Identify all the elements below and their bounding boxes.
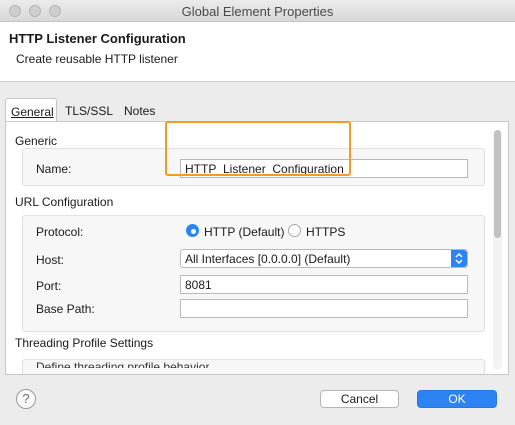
vertical-scrollbar[interactable] [493,130,502,370]
ok-button[interactable]: OK [417,390,497,408]
header-title: HTTP Listener Configuration [9,31,186,46]
tab-notes-label: Notes [124,104,156,118]
threading-section-title: Threading Profile Settings [15,336,154,350]
url-section-title: URL Configuration [15,195,114,209]
scrollbar-thumb[interactable] [494,130,501,238]
help-icon[interactable]: ? [16,389,36,409]
host-dropdown-button[interactable] [451,250,467,267]
tab-tls-ssl[interactable]: TLS/SSL [60,98,115,122]
base-path-input[interactable] [180,299,468,318]
chevron-up-down-icon [455,253,463,264]
name-label: Name: [36,162,72,176]
tab-tls-ssl-label: TLS/SSL [65,104,114,118]
host-label: Host: [36,253,65,267]
base-path-label: Base Path: [36,302,95,316]
header-subtitle: Create reusable HTTP listener [16,52,178,66]
host-select[interactable]: All Interfaces [0.0.0.0] (Default) [180,249,468,268]
protocol-http-label: HTTP (Default) [204,225,285,239]
tab-notes[interactable]: Notes [119,98,163,122]
protocol-https-label: HTTPS [306,225,346,239]
window-title: Global Element Properties [181,4,334,19]
tab-general-label: General [11,105,54,119]
highlight-annotation [165,121,351,176]
cancel-button[interactable]: Cancel [320,390,399,408]
generic-section-title: Generic [15,134,58,148]
title-bar: Global Element Properties [0,0,515,22]
port-label: Port: [36,279,62,293]
tab-general[interactable]: General [5,98,57,122]
protocol-label: Protocol: [36,225,84,239]
host-select-value: All Interfaces [0.0.0.0] (Default) [185,252,351,266]
protocol-https-radio[interactable] [288,224,301,237]
dialog-header: HTTP Listener Configuration Create reusa… [0,22,515,82]
threading-description: Define threading profile behavior [36,360,210,368]
protocol-http-radio[interactable] [186,224,199,237]
port-input[interactable]: 8081 [180,275,468,294]
dialog-window: Global Element Properties HTTP Listener … [0,0,515,425]
